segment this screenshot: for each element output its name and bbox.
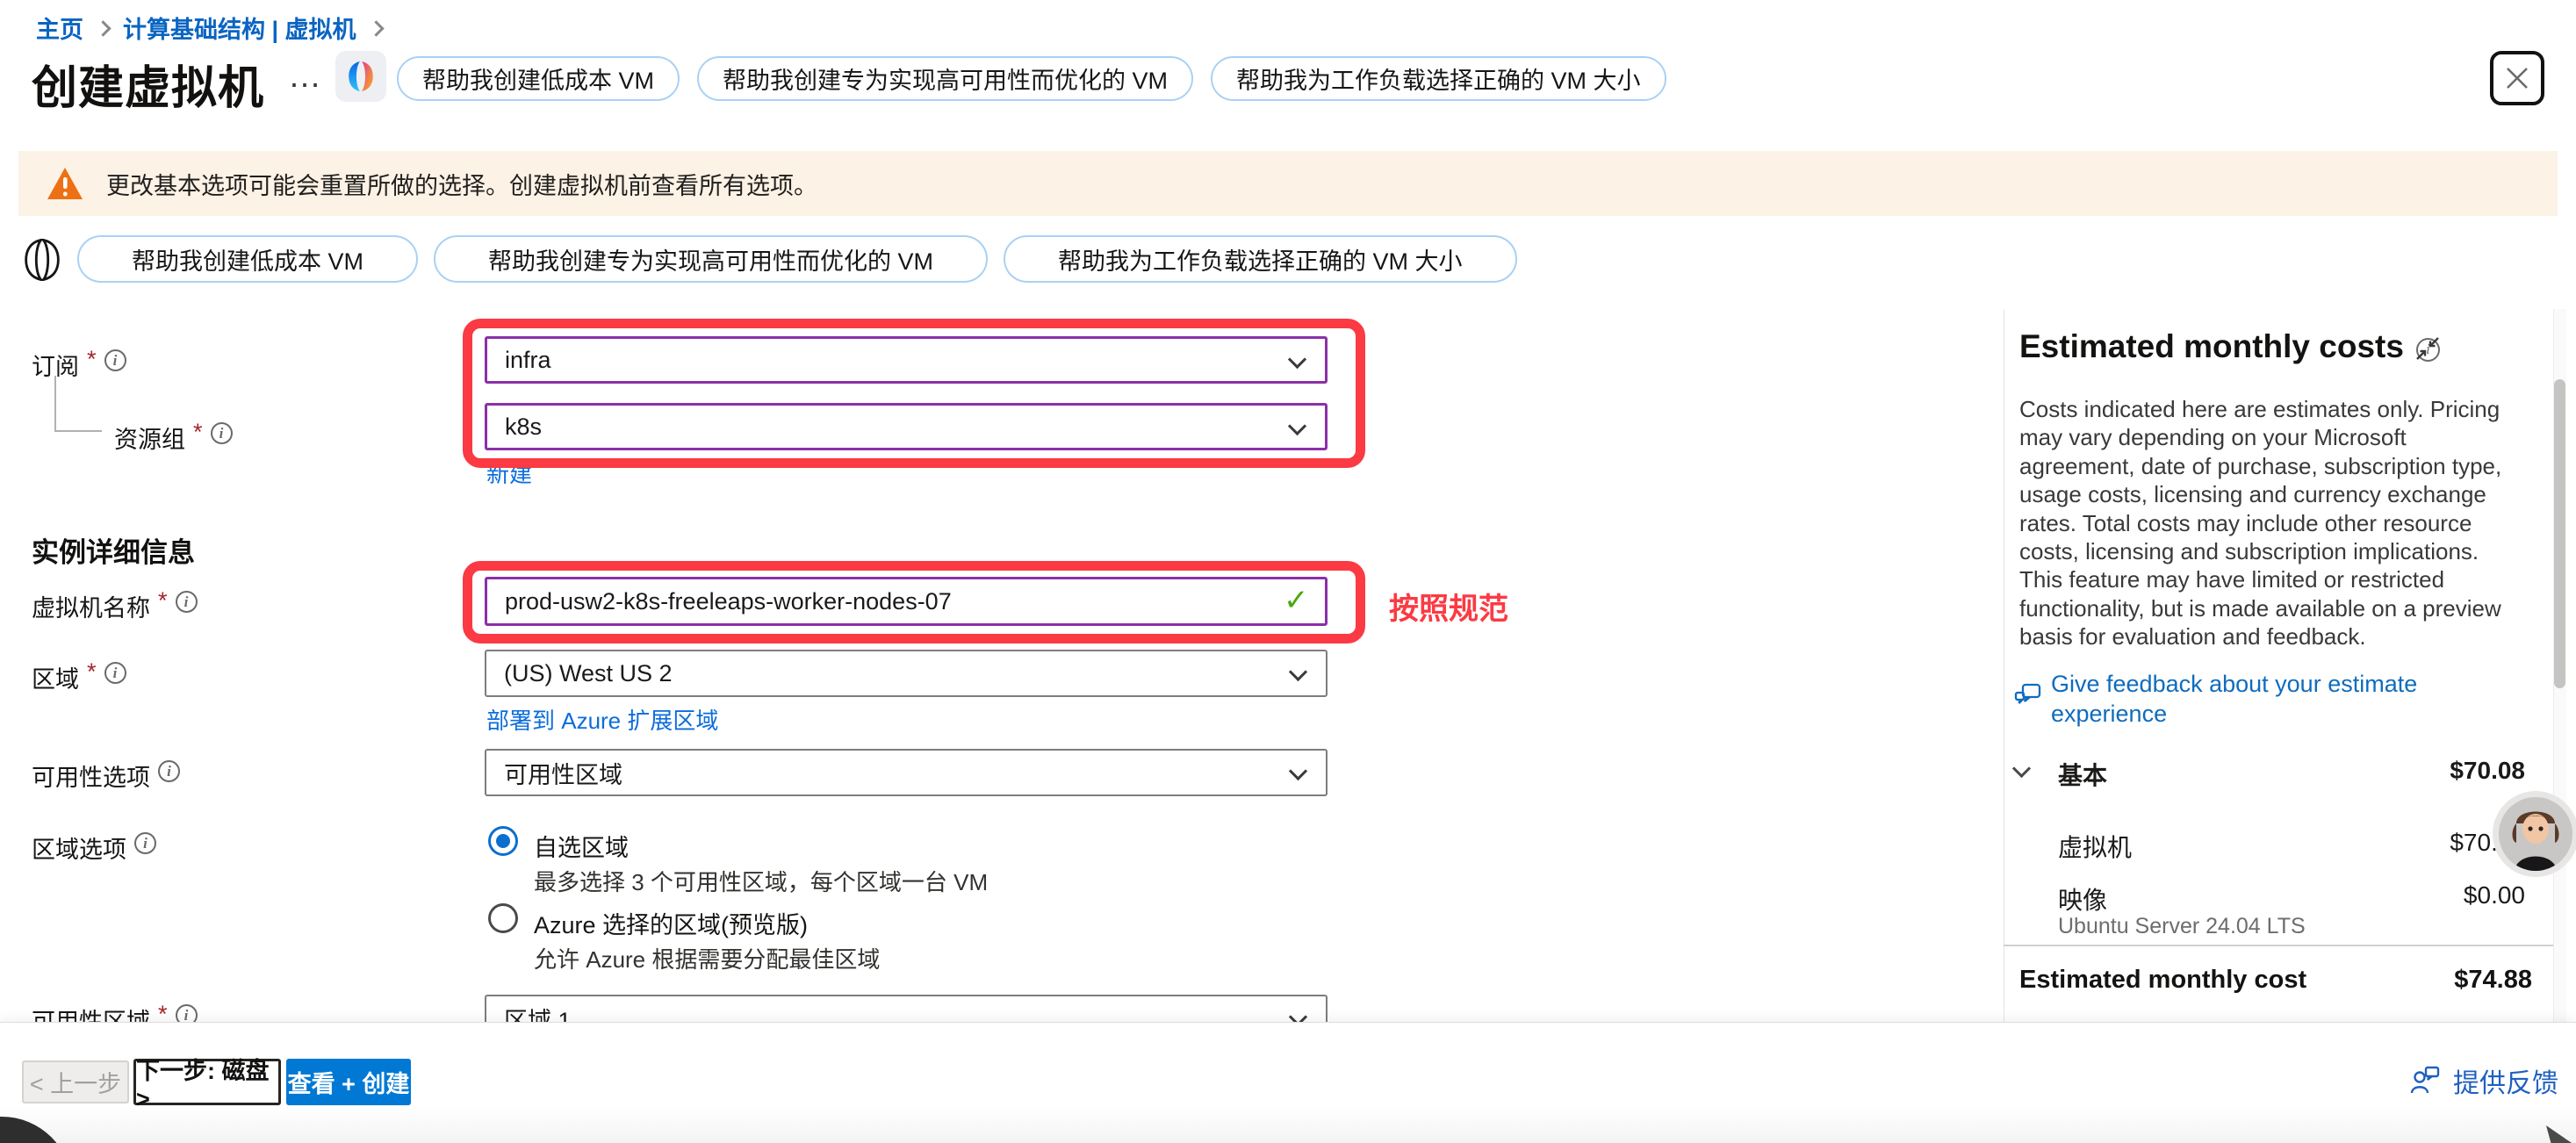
zone-options-label: 区域选项 i (32, 830, 156, 865)
chevron-down-icon (1288, 417, 1306, 435)
cost-group-label[interactable]: 基本 (2058, 757, 2107, 792)
required-asterisk: * (87, 346, 97, 373)
more-options-button[interactable]: … (288, 58, 324, 96)
cost-disclaimer-text: Costs indicated here are estimates only.… (2019, 395, 2520, 651)
cost-group-amount: $70.08 (2248, 757, 2525, 785)
resource-group-dropdown[interactable]: k8s (485, 403, 1328, 450)
tree-connector (54, 376, 102, 432)
availability-options-dropdown[interactable]: 可用性区域 (485, 749, 1328, 796)
chevron-right-icon (95, 20, 111, 36)
previous-step-button[interactable]: < 上一步 (22, 1060, 129, 1103)
give-feedback-button[interactable]: 提供反馈 (2409, 1061, 2558, 1100)
info-icon[interactable]: i (176, 591, 198, 613)
vm-name-label: 虚拟机名称 * i (32, 589, 198, 623)
suggest-low-cost-vm-button[interactable]: 帮助我创建低成本 VM (397, 56, 680, 101)
radio-self-selected-zones-label[interactable]: 自选区域 (534, 829, 629, 863)
mouse-cursor (2544, 1124, 2574, 1143)
radio-azure-selected-zones-desc: 允许 Azure 根据需要分配最佳区域 (534, 942, 880, 974)
warning-icon (47, 166, 83, 201)
page-title: 创建虚拟机 (32, 51, 264, 117)
cost-panel-title: Estimated monthly costs i (2019, 328, 2440, 365)
cost-item-sublabel: Ubuntu Server 24.04 LTS (2058, 914, 2306, 939)
vm-name-input[interactable] (485, 577, 1328, 626)
chevron-down-icon (1289, 762, 1307, 780)
avatar (2493, 791, 2576, 877)
chevron-right-icon (368, 20, 384, 36)
required-asterisk: * (193, 419, 203, 446)
suggest-high-availability-vm-button[interactable]: 帮助我创建专为实现高可用性而优化的 VM (434, 235, 988, 283)
radio-self-selected-zones[interactable] (488, 826, 518, 856)
info-icon[interactable]: i (211, 422, 233, 444)
region-label: 区域 * i (32, 660, 126, 694)
radio-azure-selected-zones[interactable] (488, 903, 518, 933)
info-icon[interactable]: i (104, 349, 126, 371)
required-asterisk: * (87, 658, 97, 686)
warning-banner: 更改基本选项可能会重置所做的选择。创建虚拟机前查看所有选项。 (18, 151, 2558, 216)
availability-options-label: 可用性选项 i (32, 758, 180, 793)
required-asterisk: * (158, 587, 168, 615)
info-icon[interactable]: i (104, 662, 126, 684)
warning-text: 更改基本选项可能会重置所做的选择。创建虚拟机前查看所有选项。 (106, 167, 817, 201)
copilot-icon (345, 61, 377, 92)
person-feedback-icon (2409, 1066, 2441, 1096)
copilot-suggestions-inline: 帮助我创建低成本 VM 帮助我创建专为实现高可用性而优化的 VM 帮助我为工作负… (77, 235, 1517, 283)
breadcrumb-home[interactable]: 主页 (36, 11, 83, 45)
next-step-disks-button[interactable]: 下一步: 磁盘 > (133, 1059, 281, 1105)
estimate-feedback-link[interactable]: Give feedback about your estimate experi… (2051, 669, 2481, 729)
chevron-down-icon (1288, 350, 1306, 369)
region-dropdown[interactable]: (US) West US 2 (485, 650, 1328, 697)
chevron-down-icon (1289, 663, 1307, 681)
copilot-outline-icon (21, 239, 63, 285)
suggest-right-size-vm-button[interactable]: 帮助我为工作负载选择正确的 VM 大小 (1211, 56, 1666, 101)
scrollbar-thumb[interactable] (2554, 379, 2565, 688)
subscription-dropdown[interactable]: infra (485, 336, 1328, 384)
chevron-down-icon[interactable] (2012, 759, 2031, 778)
close-button[interactable] (2490, 51, 2544, 105)
footer-bar: < 上一步 下一步: 磁盘 > 查看 + 创建 提供反馈 (0, 1022, 2576, 1143)
total-divider (2004, 945, 2558, 946)
breadcrumb: 主页 计算基础结构 | 虚拟机 (36, 11, 382, 45)
radio-self-selected-zones-desc: 最多选择 3 个可用性区域，每个区域一台 VM (534, 865, 988, 897)
copilot-button[interactable] (335, 51, 386, 102)
copilot-suggestions-header: 帮助我创建低成本 VM 帮助我创建专为实现高可用性而优化的 VM 帮助我为工作负… (397, 56, 1666, 101)
review-create-button[interactable]: 查看 + 创建 (286, 1059, 411, 1105)
feedback-bubbles-icon (2013, 681, 2043, 715)
breadcrumb-virtual-machines[interactable]: 计算基础结构 | 虚拟机 (123, 11, 356, 45)
extended-zones-link[interactable]: 部署到 Azure 扩展区域 (486, 703, 718, 736)
resource-group-label: 资源组 * i (114, 421, 233, 455)
radio-azure-selected-zones-label[interactable]: Azure 选择的区域(预览版) (534, 906, 808, 940)
valid-check-icon: ✓ (1284, 583, 1309, 618)
suggest-high-availability-vm-button[interactable]: 帮助我创建专为实现高可用性而优化的 VM (697, 56, 1193, 101)
suggest-low-cost-vm-button[interactable]: 帮助我创建低成本 VM (77, 235, 418, 283)
create-vm-page: 主页 计算基础结构 | 虚拟机 创建虚拟机 … 帮助我创建低成本 VM 帮助我创… (0, 0, 2576, 1143)
info-icon[interactable]: i (134, 832, 156, 854)
create-new-resource-group-link[interactable]: 新建 (486, 456, 532, 489)
annotation-text: 按照规范 (1389, 585, 1508, 628)
cost-item-amount: $0.00 (2248, 881, 2525, 909)
cost-item-label: 映像 (2058, 881, 2107, 917)
close-icon (2502, 63, 2532, 93)
suggest-right-size-vm-button[interactable]: 帮助我为工作负载选择正确的 VM 大小 (1004, 235, 1517, 283)
collapse-panel-icon[interactable] (2414, 335, 2441, 366)
info-icon[interactable]: i (158, 760, 180, 782)
cost-item-label: 虚拟机 (2058, 829, 2132, 864)
instance-details-heading: 实例详细信息 (32, 530, 195, 570)
total-cost-amount: $74.88 (2248, 966, 2532, 995)
cost-item-amount: $70.08 (2248, 829, 2525, 857)
